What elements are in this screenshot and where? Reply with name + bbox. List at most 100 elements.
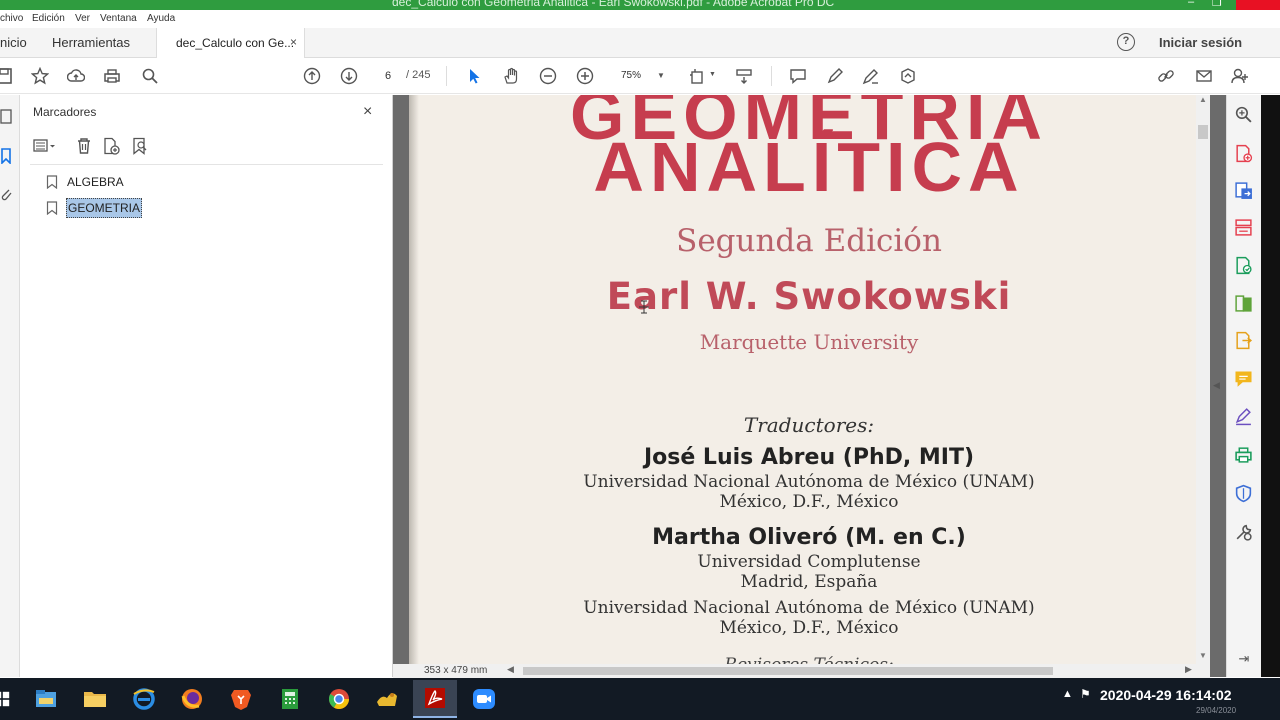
doc-translator-2-affiliation: Universidad Complutense bbox=[697, 552, 921, 572]
menu-ventana[interactable]: Ventana bbox=[100, 13, 137, 24]
zoom-taskbar-icon[interactable] bbox=[462, 680, 506, 718]
bookmark-item[interactable]: ALGEBRA bbox=[46, 172, 125, 192]
page-number-input[interactable]: 6 bbox=[375, 68, 401, 84]
bookmark-label-selected: GEOMETRIA bbox=[66, 198, 143, 218]
calculator-taskbar-icon[interactable] bbox=[268, 680, 312, 718]
window-edge bbox=[1261, 95, 1280, 677]
add-user-icon[interactable] bbox=[1230, 66, 1250, 86]
fill-sign-icon[interactable] bbox=[1234, 407, 1254, 427]
comment-icon[interactable] bbox=[788, 66, 808, 86]
clock-date: 29/04/2020 bbox=[1196, 706, 1237, 715]
chrome-taskbar-icon[interactable] bbox=[317, 680, 361, 718]
delete-bookmark-icon[interactable] bbox=[75, 137, 95, 157]
horizontal-scroll-thumb[interactable] bbox=[523, 667, 1053, 675]
tab-tools[interactable]: Herramientas bbox=[52, 35, 130, 50]
save-icon[interactable] bbox=[0, 66, 14, 86]
prev-page-icon[interactable] bbox=[302, 66, 322, 86]
doc-translator-1-affiliation: Universidad Nacional Autónoma de México … bbox=[583, 472, 1035, 492]
close-window-button[interactable] bbox=[1236, 0, 1280, 10]
fit-dropdown-icon[interactable]: ▼ bbox=[709, 71, 716, 78]
toolbar-divider bbox=[446, 66, 447, 86]
bookmark-item[interactable]: GEOMETRIA bbox=[46, 198, 143, 218]
close-panel-icon[interactable]: × bbox=[363, 103, 372, 121]
tab-close-icon[interactable]: × bbox=[290, 35, 297, 49]
compare-files-icon[interactable] bbox=[1234, 294, 1254, 314]
protect-icon[interactable] bbox=[1234, 484, 1254, 504]
collapse-tools-icon[interactable]: ⇥ bbox=[1234, 651, 1254, 671]
scroll-mode-icon[interactable] bbox=[734, 66, 754, 86]
doc-author: Earl W. Swokowski bbox=[606, 275, 1012, 318]
zoom-in-icon[interactable] bbox=[575, 66, 595, 86]
menu-ayuda[interactable]: Ayuda bbox=[147, 13, 175, 24]
menu-ver[interactable]: Ver bbox=[75, 13, 90, 24]
scroll-down-icon[interactable]: ▼ bbox=[1199, 651, 1207, 660]
print-production-icon[interactable] bbox=[1234, 445, 1254, 465]
tab-document[interactable]: dec_Calculo con Ge... × bbox=[156, 28, 305, 58]
zoom-search-icon[interactable] bbox=[1234, 105, 1254, 125]
signin-button[interactable]: Iniciar sesión bbox=[1159, 35, 1242, 50]
vertical-scroll-thumb[interactable] bbox=[1198, 125, 1208, 139]
doc-edition: Segunda Edición bbox=[676, 223, 942, 259]
doc-translator-1-location: México, D.F., México bbox=[719, 492, 899, 512]
doc-university: Marquette University bbox=[699, 330, 919, 354]
star-icon[interactable] bbox=[30, 66, 50, 86]
document-viewport[interactable]: GEOMETRIA ANALÍTICA Segunda Edición Earl… bbox=[393, 95, 1226, 677]
find-bookmark-icon[interactable] bbox=[131, 137, 151, 157]
doc-translator-2-location: Madrid, España bbox=[740, 572, 878, 592]
file-manager-taskbar-icon[interactable] bbox=[24, 680, 68, 718]
next-page-icon[interactable] bbox=[339, 66, 359, 86]
taskbar: ▲ ⚑ 2020-04-29 16:14:02 29/04/2020 bbox=[0, 678, 1280, 720]
firefox-taskbar-icon[interactable] bbox=[170, 680, 214, 718]
internet-explorer-taskbar-icon[interactable] bbox=[122, 680, 166, 718]
print-icon[interactable] bbox=[102, 66, 122, 86]
brave-taskbar-icon[interactable] bbox=[219, 680, 263, 718]
hand-tool-icon[interactable] bbox=[501, 66, 521, 86]
fit-page-icon[interactable] bbox=[688, 66, 708, 86]
acrobat-taskbar-icon[interactable] bbox=[413, 680, 457, 718]
more-tools-icon[interactable] bbox=[1234, 523, 1254, 543]
link-icon[interactable] bbox=[1156, 66, 1176, 86]
window-title: dec_Calculo con Geometria Analitica - Ea… bbox=[392, 0, 835, 9]
search-icon[interactable] bbox=[140, 66, 160, 86]
menu-bar: chivo Edición Ver Ventana Ayuda bbox=[0, 10, 1280, 28]
page-thumbnails-icon[interactable] bbox=[0, 109, 14, 125]
bookmark-options-icon[interactable] bbox=[33, 137, 55, 157]
edit-pdf-icon[interactable] bbox=[1234, 256, 1254, 276]
create-pdf-icon[interactable] bbox=[1234, 144, 1254, 164]
restore-icon[interactable]: ❐ bbox=[1212, 0, 1222, 9]
expand-tools-pane-icon[interactable]: ◀ bbox=[1213, 380, 1220, 391]
tab-bar: nicio Herramientas dec_Calculo con Ge...… bbox=[0, 28, 1280, 58]
sign-icon[interactable] bbox=[898, 66, 918, 86]
bookmarks-icon[interactable] bbox=[0, 148, 14, 165]
attachments-icon[interactable] bbox=[0, 187, 14, 203]
zoom-dropdown[interactable]: 75% ▼ bbox=[612, 68, 668, 84]
combine-files-icon[interactable] bbox=[1234, 331, 1254, 351]
app-taskbar-icon[interactable] bbox=[365, 680, 409, 718]
panel-divider bbox=[30, 164, 383, 165]
upload-cloud-icon[interactable] bbox=[66, 66, 86, 86]
folder-taskbar-icon[interactable] bbox=[73, 680, 117, 718]
scroll-left-icon[interactable]: ◀ bbox=[507, 664, 514, 675]
highlight-pen-icon[interactable] bbox=[825, 66, 845, 86]
tray-expand-icon[interactable]: ▲ bbox=[1062, 688, 1073, 700]
tab-home[interactable]: nicio bbox=[0, 35, 27, 50]
minimize-icon[interactable]: – bbox=[1188, 0, 1194, 8]
new-bookmark-icon[interactable] bbox=[102, 137, 122, 157]
select-cursor-icon[interactable] bbox=[464, 66, 484, 86]
start-button-icon[interactable] bbox=[0, 680, 16, 718]
zoom-out-icon[interactable] bbox=[538, 66, 558, 86]
menu-archivo[interactable]: chivo bbox=[0, 13, 23, 24]
scroll-right-icon[interactable]: ▶ bbox=[1185, 664, 1192, 675]
organize-pages-icon[interactable] bbox=[1234, 218, 1254, 238]
draw-icon[interactable] bbox=[861, 66, 881, 86]
menu-edicion[interactable]: Edición bbox=[32, 13, 65, 24]
notification-flag-icon[interactable]: ⚑ bbox=[1080, 687, 1091, 701]
doc-title-line2: ANALÍTICA bbox=[593, 128, 1025, 206]
export-pdf-icon[interactable] bbox=[1234, 181, 1254, 201]
vertical-scrollbar[interactable]: ▲ ▼ bbox=[1196, 95, 1210, 665]
clock[interactable]: 2020-04-29 16:14:02 bbox=[1100, 687, 1232, 703]
comment-tool-icon[interactable] bbox=[1234, 369, 1254, 389]
help-icon[interactable]: ? bbox=[1117, 33, 1135, 51]
email-icon[interactable] bbox=[1194, 66, 1214, 86]
scroll-up-icon[interactable]: ▲ bbox=[1199, 95, 1207, 104]
